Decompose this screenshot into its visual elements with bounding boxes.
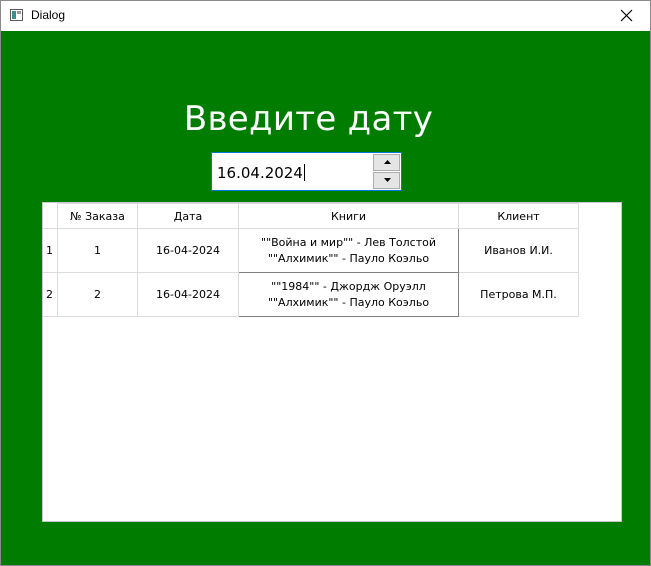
- book-line: ""Алхимик"" - Пауло Коэльо: [267, 251, 430, 265]
- date-input-text: 16.04.2024: [217, 164, 303, 182]
- close-icon: [620, 9, 633, 22]
- spin-up-arrow-icon: [384, 160, 391, 164]
- cell-client[interactable]: Петрова М.П.: [458, 272, 579, 317]
- dialog-window: Dialog Введите дату 16.04.2024 № Заказа …: [0, 0, 651, 566]
- date-input[interactable]: 16.04.2024: [211, 152, 402, 191]
- book-line: ""1984"" - Джордж Оруэлл: [271, 279, 426, 293]
- spin-down-button[interactable]: [373, 172, 400, 189]
- column-header-order-number[interactable]: № Заказа: [57, 203, 138, 229]
- cell-client[interactable]: Иванов И.И.: [458, 228, 579, 273]
- table-corner[interactable]: [43, 203, 58, 229]
- column-header-client[interactable]: Клиент: [458, 203, 579, 229]
- cell-date[interactable]: 16-04-2024: [137, 272, 239, 317]
- column-header-books[interactable]: Книги: [238, 203, 459, 229]
- page-title: Введите дату: [183, 99, 434, 139]
- table-row[interactable]: 2 2 16-04-2024 ""1984"" - Джордж Оруэлл …: [43, 272, 579, 317]
- orders-table[interactable]: № Заказа Дата Книги Клиент 1 1 16-04-202…: [42, 202, 622, 522]
- cell-order-number[interactable]: 1: [57, 228, 138, 273]
- dialog-body: Введите дату 16.04.2024 № Заказа Дата Кн…: [1, 31, 650, 565]
- row-header[interactable]: 1: [43, 228, 58, 273]
- spin-down-arrow-icon: [384, 178, 391, 182]
- text-caret: [303, 164, 305, 181]
- orders-grid: № Заказа Дата Книги Клиент 1 1 16-04-202…: [43, 203, 579, 317]
- table-row[interactable]: 1 1 16-04-2024 ""Война и мир"" - Лев Тол…: [43, 228, 579, 273]
- cell-books[interactable]: ""1984"" - Джордж Оруэлл ""Алхимик"" - П…: [238, 272, 459, 317]
- cell-date[interactable]: 16-04-2024: [137, 228, 239, 273]
- cell-books[interactable]: ""Война и мир"" - Лев Толстой ""Алхимик"…: [238, 228, 459, 273]
- book-line: ""Война и мир"" - Лев Толстой: [261, 235, 436, 249]
- cell-order-number[interactable]: 2: [57, 272, 138, 317]
- book-line: ""Алхимик"" - Пауло Коэльо: [267, 295, 430, 309]
- date-input-value[interactable]: 16.04.2024: [217, 164, 305, 182]
- app-window-icon: [10, 9, 23, 21]
- row-header[interactable]: 2: [43, 272, 58, 317]
- close-button[interactable]: [604, 1, 650, 31]
- spin-up-button[interactable]: [373, 154, 400, 171]
- title-bar[interactable]: Dialog: [1, 1, 650, 31]
- window-title: Dialog: [31, 8, 66, 22]
- column-header-date[interactable]: Дата: [137, 203, 239, 229]
